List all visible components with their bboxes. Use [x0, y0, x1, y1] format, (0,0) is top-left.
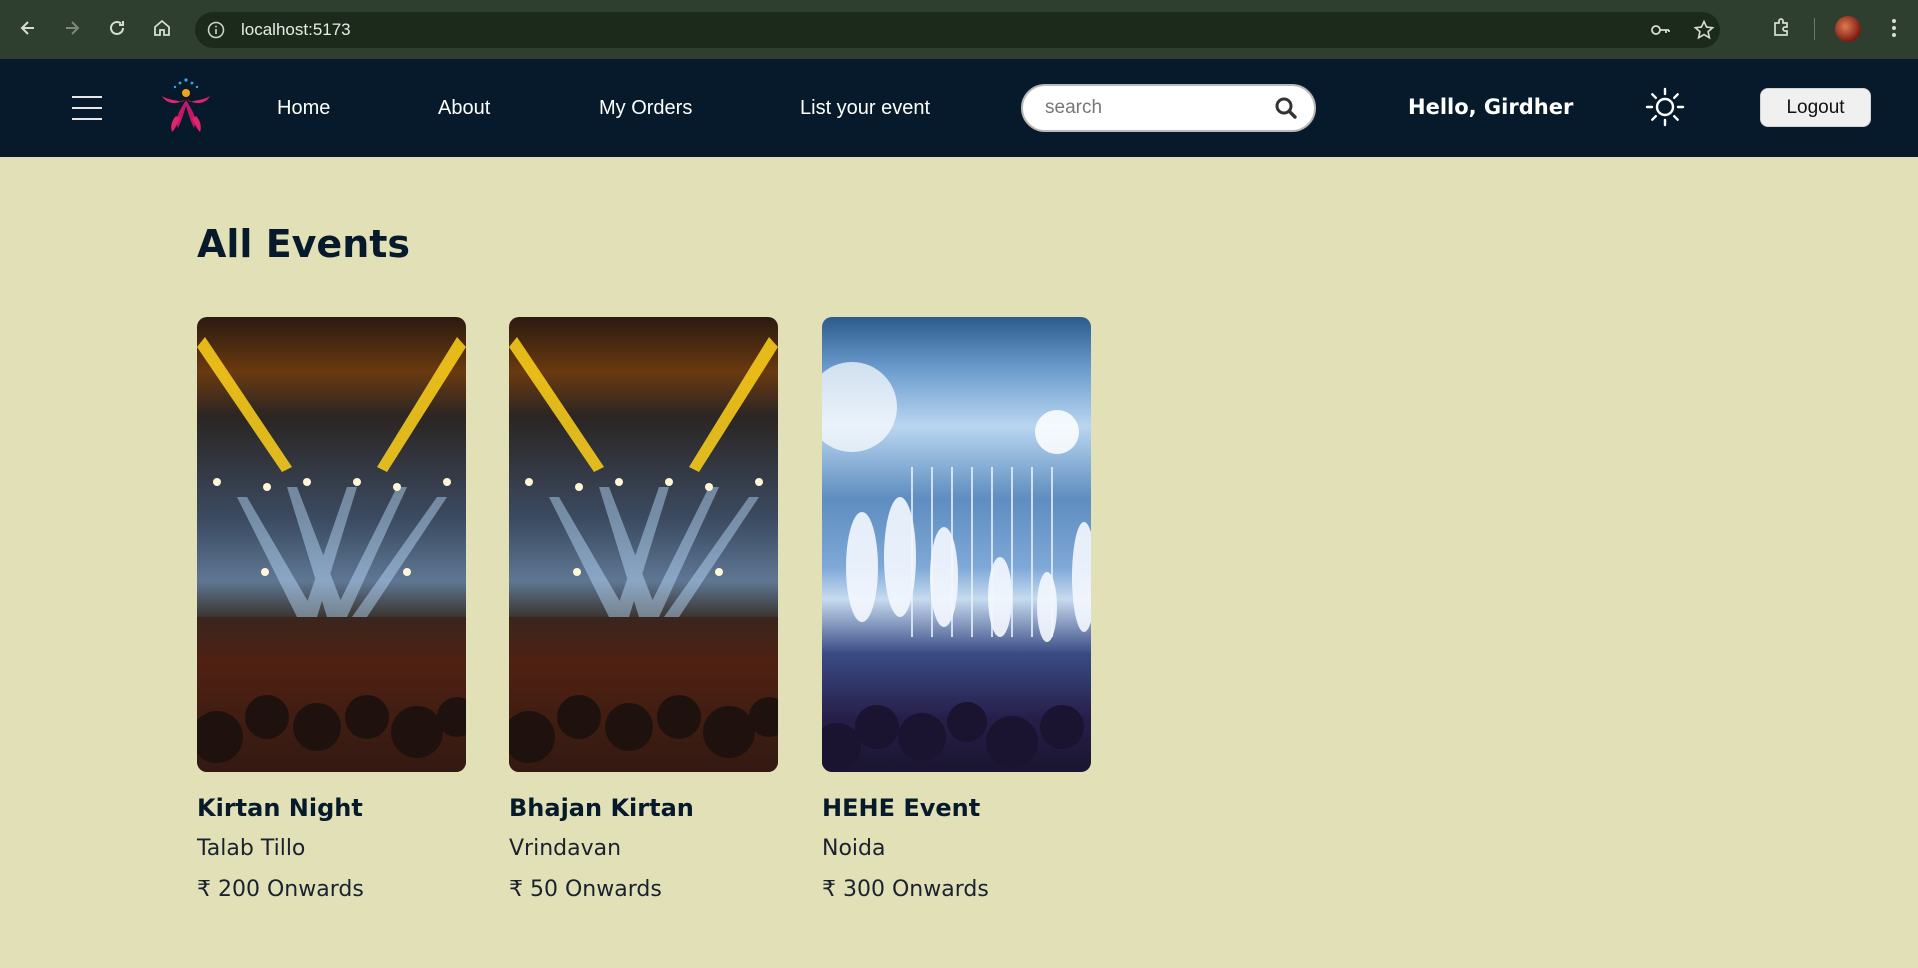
browser-menu-icon[interactable]	[1878, 12, 1910, 44]
event-title: HEHE Event	[822, 794, 981, 822]
event-title: Kirtan Night	[197, 794, 363, 822]
bookmark-star-icon[interactable]	[1692, 18, 1716, 42]
nav-my-orders-link[interactable]: My Orders	[599, 97, 692, 120]
url-text: localhost:5173	[241, 20, 351, 39]
search-box	[1021, 84, 1316, 132]
theme-toggle-sun-icon[interactable]	[1645, 87, 1685, 127]
event-location: Talab Tillo	[197, 836, 306, 861]
home-icon[interactable]	[146, 12, 178, 44]
event-image	[822, 317, 1091, 772]
event-image	[509, 317, 778, 772]
event-price: ₹ 200 Onwards	[197, 877, 364, 902]
event-title: Bhajan Kirtan	[509, 794, 694, 822]
site-info-icon[interactable]	[205, 19, 227, 41]
event-price: ₹ 50 Onwards	[509, 877, 662, 902]
browser-toolbar: localhost:5173	[0, 0, 1918, 59]
event-card[interactable]: Bhajan Kirtan Vrindavan ₹ 50 Onwards	[509, 317, 778, 902]
hamburger-menu-icon[interactable]	[72, 92, 104, 124]
search-input[interactable]	[1045, 97, 1265, 119]
password-key-icon[interactable]	[1648, 18, 1672, 42]
nav-about-link[interactable]: About	[438, 97, 490, 120]
search-icon[interactable]	[1274, 96, 1298, 120]
back-icon[interactable]	[12, 12, 44, 44]
event-card[interactable]: HEHE Event Noida ₹ 300 Onwards	[822, 317, 1091, 902]
address-bar[interactable]: localhost:5173	[195, 12, 1720, 48]
page-title: All Events	[197, 222, 411, 266]
nav-home-link[interactable]: Home	[277, 97, 330, 120]
toolbar-divider	[1814, 18, 1815, 40]
event-location: Vrindavan	[509, 836, 622, 861]
extensions-icon[interactable]	[1766, 12, 1798, 44]
profile-avatar[interactable]	[1835, 16, 1861, 42]
logo-icon[interactable]	[158, 76, 214, 136]
event-image	[197, 317, 466, 772]
event-price: ₹ 300 Onwards	[822, 877, 989, 902]
logout-button[interactable]: Logout	[1760, 88, 1871, 127]
nav-list-event-link[interactable]: List your event	[800, 97, 930, 120]
user-greeting: Hello, Girdher	[1408, 95, 1574, 119]
reload-icon[interactable]	[101, 12, 133, 44]
event-location: Noida	[822, 836, 886, 861]
app-navbar: Home About My Orders List your event Hel…	[0, 59, 1918, 157]
event-card[interactable]: Kirtan Night Talab Tillo ₹ 200 Onwards	[197, 317, 466, 902]
forward-icon[interactable]	[56, 12, 88, 44]
